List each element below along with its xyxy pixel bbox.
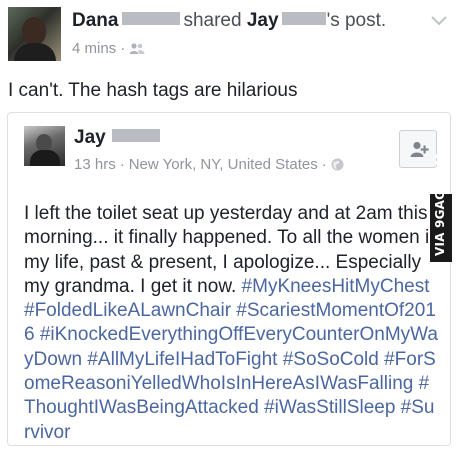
post-meta: 4 mins · xyxy=(72,40,145,59)
avatar-body xyxy=(30,150,60,166)
original-author-name[interactable]: Jay xyxy=(247,10,279,31)
author-avatar[interactable] xyxy=(8,7,61,61)
chevron-down-icon[interactable] xyxy=(430,14,448,28)
shared-author-name-row: Jay xyxy=(74,127,163,149)
meta-separator: · xyxy=(321,156,327,173)
shared-post-timestamp[interactable]: 13 hrs xyxy=(74,156,116,173)
author-name[interactable]: Dana xyxy=(72,10,118,31)
shared-post-text: I left the toilet seat up yesterday and … xyxy=(24,202,440,445)
shared-post-meta: 13 hrs · New York, NY, United States · xyxy=(74,156,344,175)
shared-post-location[interactable]: New York, NY, United States xyxy=(129,156,318,173)
meta-separator: · xyxy=(119,156,125,173)
redacted-surname xyxy=(111,129,160,142)
share-action-suffix[interactable]: 's post. xyxy=(327,10,387,31)
avatar-body xyxy=(14,43,56,61)
post-timestamp[interactable]: 4 mins xyxy=(72,40,116,57)
shared-author-avatar[interactable] xyxy=(24,126,65,166)
avatar-face xyxy=(22,17,46,45)
post-text: I can't. The hash tags are hilarious xyxy=(8,80,298,101)
watermark-badge: VIA 9GAG.COM xyxy=(430,154,452,262)
shared-post-hashtags[interactable]: #MyKneesHitMyChest #FoldedLikeALawnChair… xyxy=(24,276,438,443)
redacted-surname xyxy=(122,12,181,25)
add-friend-icon xyxy=(410,141,429,157)
add-friend-button[interactable] xyxy=(399,130,437,168)
watermark-text: VIA 9GAG.COM xyxy=(433,153,447,256)
shared-author-name[interactable]: Jay xyxy=(74,127,106,148)
shared-post-card[interactable]: Jay 13 hrs · New York, NY, United States · … xyxy=(7,112,451,446)
friends-icon[interactable] xyxy=(129,42,145,59)
post-header: Dana shared Jay 's post. xyxy=(72,10,386,32)
meta-separator: · xyxy=(120,40,126,57)
globe-icon[interactable] xyxy=(331,158,344,175)
redacted-surname xyxy=(281,12,326,25)
share-action-prefix: shared xyxy=(183,10,242,31)
